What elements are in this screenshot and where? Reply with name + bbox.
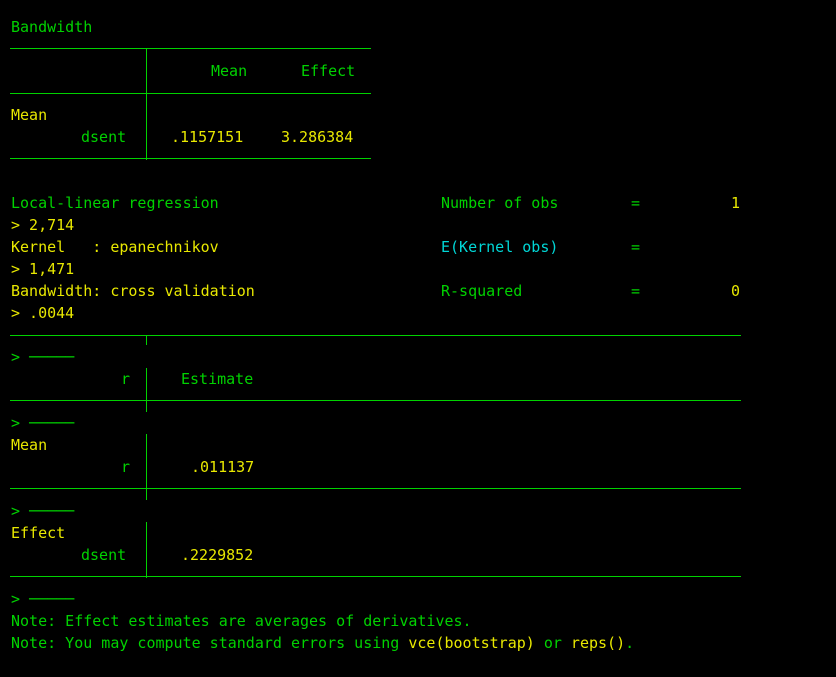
rsq-equals: = (631, 282, 641, 300)
rsq-value: 0 (731, 282, 741, 300)
table-separator (146, 48, 147, 160)
bandwidth-effect-value: 3.286384 (281, 128, 354, 146)
kernel-obs-equals: = (631, 238, 641, 256)
kernel-obs-label: E(Kernel obs) (441, 238, 559, 256)
row-label-r: r (121, 458, 131, 476)
method-line: Local-linear regression (11, 194, 219, 212)
kernel-line: Kernel : epanechnikov (11, 238, 219, 256)
wrap-marker: > ───── (11, 348, 75, 366)
row-label-dsent: dsent (81, 128, 127, 146)
table-separator (146, 335, 147, 345)
bandwidth-line: Bandwidth: cross validation (11, 282, 255, 300)
kernel-obs-wrap-value: > 1,471 (11, 260, 75, 278)
obs-label: Number of obs (441, 194, 559, 212)
table-rule (10, 48, 371, 49)
bandwidth-wrap-value: > .0044 (11, 304, 75, 322)
table-separator (146, 434, 147, 500)
row-label-dsent: dsent (81, 546, 127, 564)
group-effect: Effect (11, 524, 66, 542)
rsq-label: R-squared (441, 282, 523, 300)
wrap-marker: > ───── (11, 414, 75, 432)
table-rule (10, 576, 741, 577)
stata-results-window: Bandwidth Mean Effect Mean dsent .115715… (0, 0, 836, 677)
note-line-2: Note: You may compute standard errors us… (11, 634, 634, 652)
note2-or: or (534, 634, 571, 652)
group-mean: Mean (11, 436, 48, 454)
bandwidth-mean-value: .1157151 (171, 128, 244, 146)
col-header-mean: Mean (211, 62, 248, 80)
note-line-1: Note: Effect estimates are averages of d… (11, 612, 472, 630)
obs-equals: = (631, 194, 641, 212)
table-rule (10, 335, 741, 336)
note2-prefix: Note: You may compute standard errors us… (11, 634, 409, 652)
wrap-marker: > ───── (11, 502, 75, 520)
table-separator (146, 368, 147, 412)
row-group-mean: Mean (11, 106, 48, 124)
wrap-marker: > ───── (11, 590, 75, 608)
vce-bootstrap-link[interactable]: vce(bootstrap) (408, 634, 534, 652)
note2-suffix: . (625, 634, 635, 652)
obs-wrap-value: > 2,714 (11, 216, 75, 234)
table-separator (146, 522, 147, 578)
table-rule (10, 488, 741, 489)
reps-link[interactable]: reps() (571, 634, 625, 652)
bandwidth-title: Bandwidth (11, 18, 93, 36)
table-rule (10, 400, 741, 401)
effect-estimate-value: .2229852 (181, 546, 254, 564)
mean-estimate-value: .011137 (191, 458, 255, 476)
table-rule (10, 158, 371, 159)
table-rule (10, 93, 371, 94)
header-estimate: Estimate (181, 370, 254, 388)
obs-value: 1 (731, 194, 741, 212)
col-header-effect: Effect (301, 62, 356, 80)
header-var-r: r (121, 370, 131, 388)
